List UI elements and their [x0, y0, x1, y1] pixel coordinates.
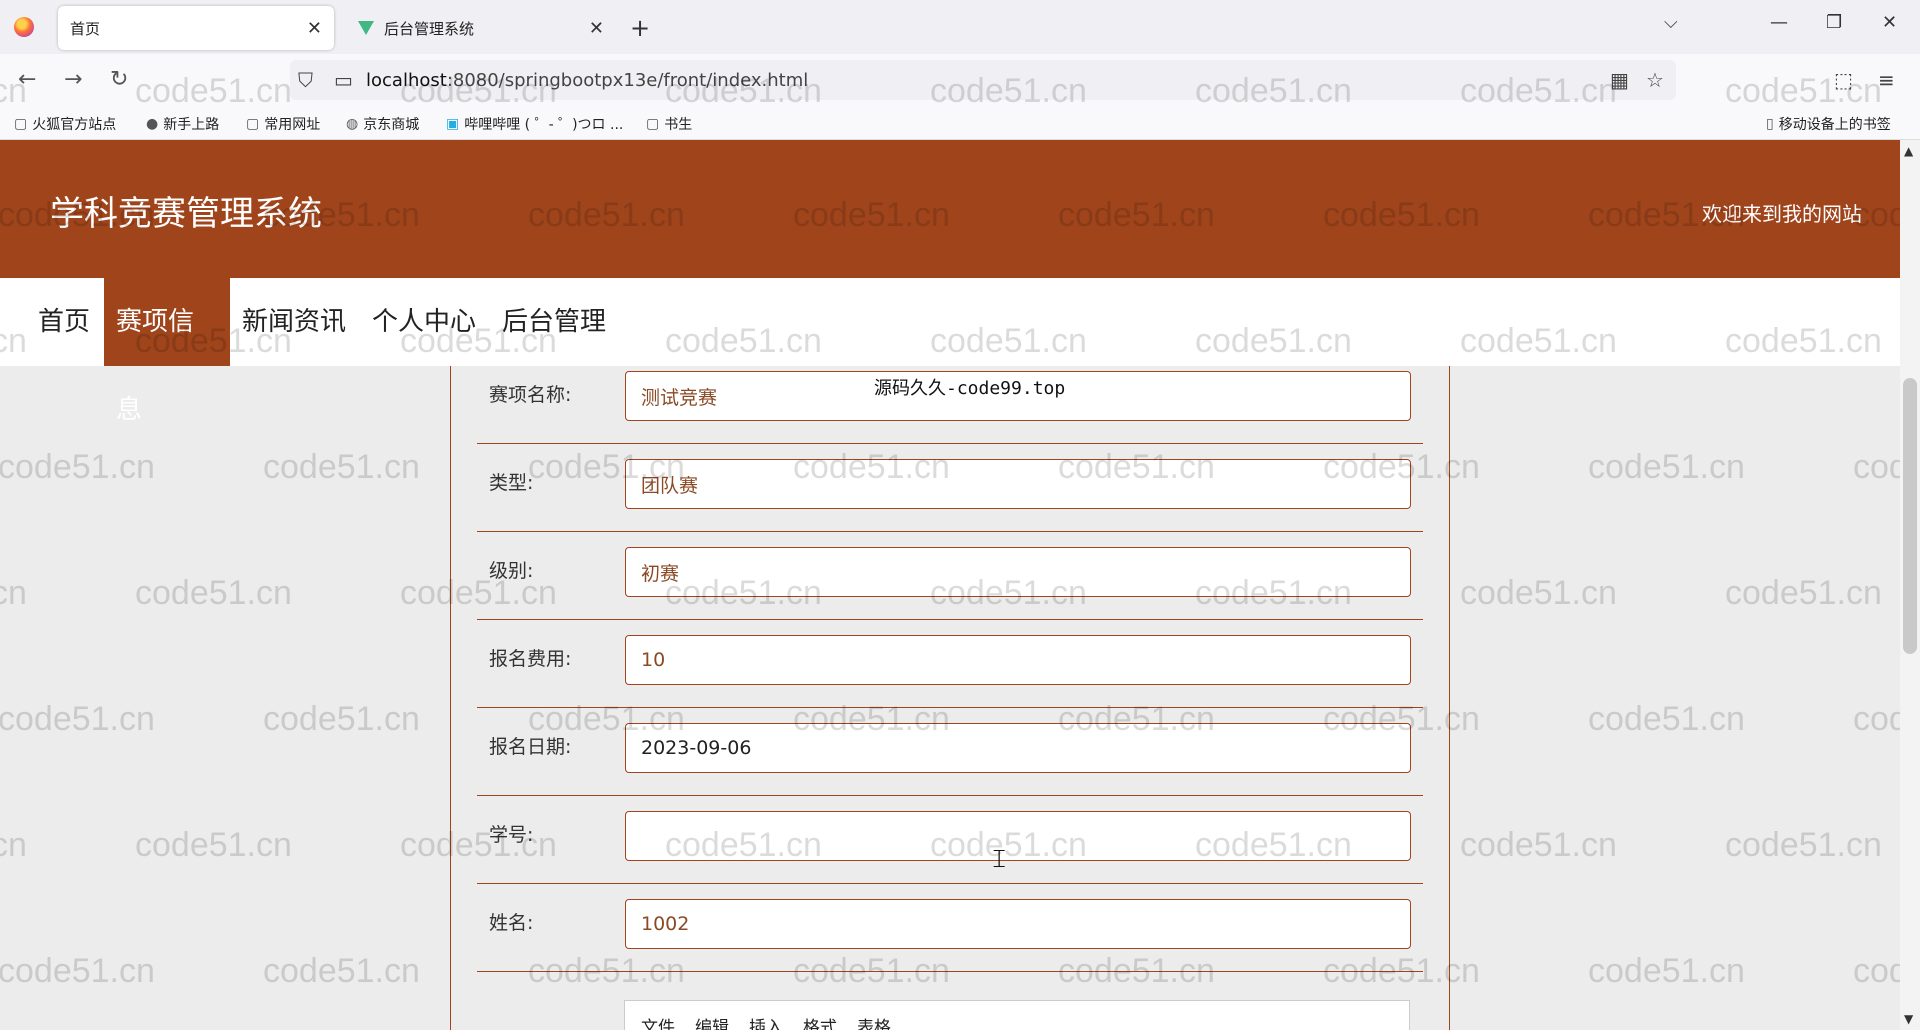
name-input[interactable] [625, 899, 1411, 949]
bookmark-item[interactable]: ● 新手上路 [146, 114, 219, 134]
field-label: 类型: [489, 472, 534, 494]
form-row-type: 类型: [477, 444, 1423, 532]
form-row-level: 级别: [477, 532, 1423, 620]
tab-home[interactable]: 首页 ✕ [58, 6, 334, 50]
bookmark-star-icon[interactable]: ☆ [1646, 68, 1664, 92]
editor-menu-table[interactable]: 表格 [857, 1013, 891, 1030]
bookmark-label: 常用网址 [264, 117, 321, 133]
site-header: 学科竞赛管理系统 欢迎来到我的网站 [0, 140, 1900, 278]
level-input[interactable] [625, 547, 1411, 597]
qr-code-icon[interactable]: ▦ [1610, 68, 1629, 92]
student-id-input[interactable] [625, 811, 1411, 861]
menu-item-personal-center[interactable]: 个人中心 [360, 278, 488, 366]
main-menu: 首页 赛项信息 新闻资讯 个人中心 后台管理 [0, 278, 1900, 425]
field-label: 级别: [489, 560, 534, 582]
scroll-up-icon[interactable]: ▲ [1904, 144, 1913, 158]
form-row-date: 报名日期: [477, 708, 1423, 796]
editor-menu-edit[interactable]: 编辑 [695, 1013, 729, 1030]
bookmark-label: 哔哩哔哩 ( ゜- ゜)つロ ... [464, 117, 624, 133]
tab-title: 后台管理系统 [384, 19, 475, 38]
scroll-thumb[interactable] [1903, 378, 1917, 654]
overlay-watermark-text: 源码久久-code99.top [874, 378, 1066, 399]
folder-icon: ▢ [646, 116, 660, 132]
bookmark-item[interactable]: ▢ 常用网址 [246, 114, 320, 134]
extensions-icon[interactable]: ⬚ [1834, 68, 1853, 92]
restore-icon[interactable]: ❐ [1826, 12, 1842, 33]
page-icon: ▭ [334, 68, 353, 92]
globe-icon: ◍ [346, 116, 359, 132]
back-icon[interactable]: ← [18, 67, 36, 92]
contest-form: 赛项名称: 类型: 级别: 报名费用: 报名日期: 学号: 姓名: [450, 366, 1450, 1030]
welcome-text: 欢迎来到我的网站 [1702, 202, 1862, 226]
field-label: 学号: [489, 824, 534, 846]
browser-nav-bar: ← → ↻ ⛉ ▭ localhost:8080/springbootpx13e… [0, 54, 1920, 106]
tab-title: 首页 [70, 19, 101, 38]
text-cursor-icon: 𝙸 [990, 844, 1009, 874]
site-title: 学科竞赛管理系统 [50, 194, 322, 234]
bookmark-label: 书生 [664, 117, 693, 133]
fee-input[interactable] [625, 635, 1411, 685]
tab-admin[interactable]: 后台管理系统 ✕ [346, 6, 616, 50]
bookmark-item[interactable]: ◍ 京东商城 [346, 114, 419, 134]
type-input[interactable] [625, 459, 1411, 509]
menu-icon[interactable]: ≡ [1878, 68, 1895, 92]
form-row-name: 姓名: [477, 884, 1423, 972]
editor-menu-insert[interactable]: 插入 [749, 1013, 783, 1030]
form-row-fee: 报名费用: [477, 620, 1423, 708]
rich-text-editor[interactable]: 文件 编辑 插入 格式 表格 [624, 1000, 1410, 1030]
field-label: 报名费用: [489, 648, 572, 670]
field-label: 赛项名称: [489, 384, 572, 406]
minimize-icon[interactable]: — [1770, 12, 1788, 33]
url-path: :8080/springbootpx13e/front/index.html [446, 70, 809, 91]
form-row-student-id: 学号: [477, 796, 1423, 884]
bookmark-label: 新手上路 [163, 117, 220, 133]
bookmark-item[interactable]: ▢ 火狐官方站点 [14, 114, 116, 134]
new-tab-icon[interactable]: + [630, 14, 650, 42]
bookmark-label: 京东商城 [363, 117, 420, 133]
bookmark-label: 火狐官方站点 [32, 117, 117, 133]
menu-item-news[interactable]: 新闻资讯 [230, 278, 358, 366]
editor-menu-file[interactable]: 文件 [641, 1013, 675, 1030]
bookmarks-bar: ▢ 火狐官方站点 ● 新手上路 ▢ 常用网址 ◍ 京东商城 ▣ 哔哩哔哩 ( ゜- ゜)つ… [0, 106, 1920, 140]
url-text[interactable]: localhost:8080/springbootpx13e/front/ind… [366, 70, 808, 91]
menu-item-contest-info[interactable]: 赛项信息 [104, 278, 230, 425]
reload-icon[interactable]: ↻ [110, 67, 128, 92]
vue-icon [358, 20, 374, 36]
folder-icon: ▢ [246, 116, 260, 132]
bilibili-icon: ▣ [446, 116, 460, 132]
scroll-down-icon[interactable]: ▼ [1904, 1012, 1913, 1026]
editor-menu-format[interactable]: 格式 [803, 1013, 837, 1030]
bookmark-label: 移动设备上的书签 [1778, 117, 1891, 133]
field-label: 姓名: [489, 912, 534, 934]
form-row-contest-name: 赛项名称: [477, 356, 1423, 444]
date-input[interactable] [625, 723, 1411, 773]
firefox-icon: ● [146, 116, 159, 132]
folder-icon: ▢ [14, 116, 28, 132]
menu-item-admin[interactable]: 后台管理 [490, 278, 618, 366]
page-scrollbar[interactable]: ▲ ▼ [1900, 140, 1920, 1030]
shield-icon[interactable]: ⛉ [298, 68, 313, 92]
web-page: 学科竞赛管理系统 欢迎来到我的网站 首页 赛项信息 新闻资讯 个人中心 后台管理… [0, 140, 1900, 1030]
mobile-bookmarks[interactable]: ▯ 移动设备上的书签 [1766, 114, 1891, 134]
close-icon[interactable]: ✕ [307, 18, 322, 39]
close-icon[interactable]: ✕ [589, 18, 604, 39]
mobile-icon: ▯ [1766, 116, 1774, 132]
close-window-icon[interactable]: ✕ [1882, 12, 1897, 33]
forward-icon[interactable]: → [64, 67, 82, 92]
tab-list-icon[interactable]: ⌵ [1664, 12, 1678, 33]
url-host: localhost [366, 70, 447, 91]
bookmark-item[interactable]: ▢ 书生 [646, 114, 692, 134]
bookmark-item[interactable]: ▣ 哔哩哔哩 ( ゜- ゜)つロ ... [446, 114, 623, 134]
firefox-icon[interactable] [14, 17, 34, 37]
menu-item-home[interactable]: 首页 [26, 278, 102, 366]
field-label: 报名日期: [489, 736, 572, 758]
browser-tab-bar: 首页 ✕ 后台管理系统 ✕ + ⌵ — ❐ ✕ [0, 0, 1920, 54]
